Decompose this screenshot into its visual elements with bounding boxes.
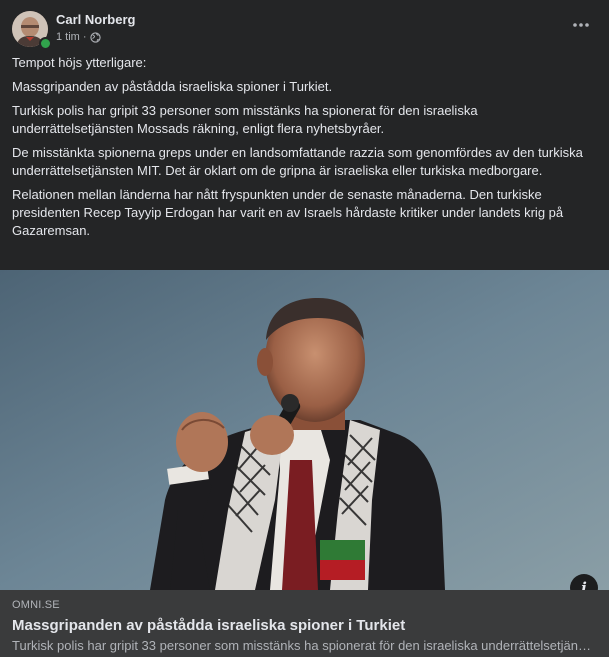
more-options-icon (573, 23, 589, 27)
post-meta: 1 tim · (56, 31, 101, 43)
post-header: Carl Norberg 1 tim · (12, 10, 597, 50)
post-paragraph: Tempot höjs ytterligare: (12, 55, 147, 70)
globe-icon[interactable] (89, 31, 101, 43)
post-paragraph: Turkisk polis har gripit 33 personer som… (12, 103, 478, 136)
online-status-dot (39, 37, 52, 50)
post-paragraph: Relationen mellan länderna har nått frys… (12, 187, 564, 238)
author-name[interactable]: Carl Norberg (56, 12, 135, 27)
meta-separator: · (82, 31, 87, 43)
facebook-post: Carl Norberg 1 tim · Tempot höjs ytterli… (0, 0, 609, 657)
link-preview-image[interactable] (0, 270, 609, 590)
link-title: Massgripanden av påstådda israeliska spi… (12, 617, 406, 634)
post-text: Tempot höjs ytterligare: Massgripanden a… (12, 54, 597, 246)
link-domain: OMNI.SE (12, 599, 60, 611)
link-preview-card[interactable]: OMNI.SE Massgripanden av påstådda israel… (0, 590, 609, 657)
post-paragraph: De misstänkta spionerna greps under en l… (12, 145, 583, 178)
post-time[interactable]: 1 tim (56, 31, 80, 43)
more-options-button[interactable] (569, 16, 593, 34)
post-paragraph: Massgripanden av påstådda israeliska spi… (12, 79, 333, 94)
speaker-photo (0, 270, 609, 590)
link-description: Turkisk polis har gripit 33 personer som… (12, 638, 592, 653)
